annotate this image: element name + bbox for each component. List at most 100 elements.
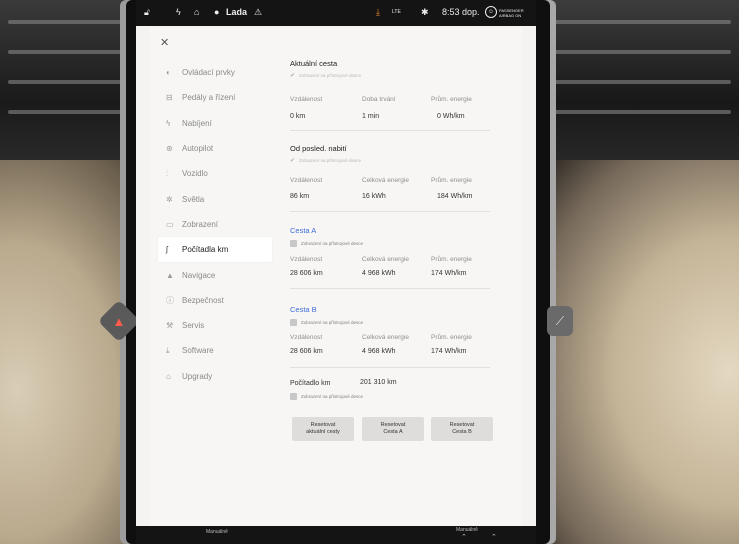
sidebar-item-9[interactable]: ▲ Navigace	[158, 262, 272, 287]
driver-name[interactable]: Lada	[226, 7, 247, 17]
button-line-2: Cesta B	[452, 429, 472, 435]
trip-a-avg: 174 Wh/km	[431, 270, 467, 277]
lte-signal: LTE	[392, 9, 401, 15]
sidebar-item-10[interactable]: ⓘ Bezpečnost	[158, 288, 272, 313]
glovebox-button[interactable]: ⟋	[547, 306, 573, 336]
since-charge-energy: 16 kWh	[362, 193, 386, 200]
reset-trip-b-button[interactable]: Resetovat Cesta B	[431, 417, 493, 441]
current-trip-energy: 0 Wh/km	[437, 113, 465, 120]
sidebar-item-3[interactable]: ϟ Nabíjení	[158, 111, 272, 136]
sidebar-item-13[interactable]: ⌂ Upgrady	[158, 364, 272, 389]
trip-b-distance-label: Vzdálenost	[290, 334, 323, 341]
divider	[290, 288, 490, 289]
current-trip-display-checkbox[interactable]: ✔ Zobrazení na přístrojové desce	[290, 72, 522, 79]
trip-b-avg-label: Prům. energie	[431, 334, 472, 341]
current-trip-section: Aktuální cesta ✔ Zobrazení na přístrojov…	[290, 59, 522, 120]
reset-current-trip-button[interactable]: Resetovat aktuální cesty	[292, 417, 354, 441]
car-icon: ⊟	[166, 93, 173, 103]
trip-b-avg: 174 Wh/km	[431, 348, 467, 355]
trip-a-title: Cesta A	[290, 226, 317, 235]
right-climate-label[interactable]: Manuálně	[456, 527, 478, 533]
current-trip-distance-label: Vzdálenost	[290, 96, 323, 103]
sidebar-item-label: Vozidlo	[182, 169, 208, 179]
light-icon: ✲	[166, 194, 173, 204]
trip-b-section: Cesta B Zobrazení na přístrojové desce V…	[290, 305, 522, 355]
since-charge-avg: 184 Wh/km	[437, 193, 473, 200]
touchscreen: 🔓︎ ϟ ⌂ ● Lada ⚠ ⤓ LTE ✱ 8:53 dop. ☺ PASS…	[136, 0, 536, 544]
odometer-label: Počítadlo km	[290, 380, 331, 387]
lock-icon[interactable]: 🔓︎	[144, 7, 150, 18]
check-icon: ✔	[290, 158, 296, 164]
trip-a-distance: 28 606 km	[290, 270, 323, 277]
sidebar-item-label: Autopilot	[182, 144, 214, 154]
steering-wheel-icon: ⊛	[166, 144, 173, 154]
sidebar-item-7[interactable]: ▭ Zobrazení	[158, 212, 272, 237]
check-icon: ✔	[290, 73, 296, 79]
status-bar: 🔓︎ ϟ ⌂ ● Lada ⚠ ⤓ LTE ✱ 8:53 dop. ☺ PASS…	[136, 0, 536, 26]
home-icon[interactable]: ⌂	[194, 7, 199, 17]
wrench-icon: ⚒	[166, 321, 174, 331]
right-leather-trim	[549, 160, 739, 544]
airbag-status: PASSENGER AIRBAG ON	[499, 8, 524, 18]
chevron-up-icon[interactable]: ⌃	[491, 533, 497, 541]
trip-a-display-checkbox[interactable]: Zobrazení na přístrojové desce	[290, 240, 522, 247]
since-charge-distance-label: Vzdálenost	[290, 177, 323, 184]
sidebar-item-label: Software	[182, 346, 214, 356]
trip-a-energy-label: Celková energie	[362, 256, 409, 263]
since-charge-display-checkbox[interactable]: ✔ Zobrazení na přístrojové desce	[290, 157, 522, 164]
current-trip-energy-label: Prům. energie	[431, 96, 472, 103]
trip-a-energy: 4 968 kWh	[362, 270, 396, 277]
bluetooth-icon[interactable]: ✱	[421, 7, 429, 18]
close-icon[interactable]: ✕	[160, 36, 169, 49]
chevron-up-icon[interactable]: ⌃	[461, 533, 467, 541]
checkbox-label: Zobrazení na přístrojové desce	[299, 73, 362, 78]
glovebox-icon: ⟋	[555, 313, 565, 328]
sliders-icon: ⫶	[166, 168, 168, 178]
divider	[290, 211, 490, 212]
sidebar-item-2[interactable]: ⊟ Pedály a řízení	[158, 85, 272, 110]
checkbox-label: Zobrazení na přístrojové desce	[301, 241, 364, 246]
sidebar-item-6[interactable]: ✲ Světla	[158, 186, 272, 211]
current-trip-duration-label: Doba trvání	[362, 96, 396, 103]
trip-icon: ʃ	[166, 245, 168, 255]
trip-b-energy: 4 968 kWh	[362, 348, 396, 355]
checkbox-label: Zobrazení na přístrojové desce	[301, 320, 364, 325]
sidebar-item-8[interactable]: ʃ Počítadla km	[158, 237, 272, 263]
toggle-icon: ◐	[166, 68, 171, 78]
sidebar-item-label: Světla	[182, 194, 205, 204]
sidebar-item-label: Bezpečnost	[182, 295, 224, 305]
navigation-icon: ▲	[166, 270, 174, 280]
checkbox-box	[290, 319, 297, 326]
button-line-1: Resetovat	[449, 422, 475, 428]
bottom-bar: Manuálně Manuálně ⌃ ⌃	[136, 526, 536, 544]
sidebar-item-12[interactable]: ⤓ Software	[158, 338, 272, 363]
airbag-icon: ☺	[485, 6, 497, 18]
left-climate-label[interactable]: Manuálně	[206, 529, 228, 535]
odometer-display-checkbox[interactable]: Zobrazení na přístrojové desce	[290, 393, 363, 400]
reset-trip-a-button[interactable]: Resetovat Cesta A	[362, 417, 424, 441]
trip-b-title: Cesta B	[290, 305, 317, 314]
airbag-line-2: AIRBAG ON	[499, 13, 522, 18]
update-download-icon[interactable]: ⤓	[376, 7, 380, 18]
display-icon: ▭	[166, 219, 174, 229]
button-line-1: Resetovat	[310, 422, 336, 428]
sidebar-item-label: Počítadla km	[182, 245, 229, 255]
settings-nav: ◐ Ovládací prvky ⊟ Pedály a řízení ϟ Nabíjení…	[158, 60, 272, 389]
odometer-value: 201 310 km	[360, 379, 397, 386]
sidebar-item-label: Ovládací prvky	[182, 68, 235, 78]
sidebar-item-4[interactable]: ⊛ Autopilot	[158, 136, 272, 161]
checkbox-label: Zobrazení na přístrojové desce	[301, 394, 364, 399]
checkbox-label: Zobrazení na přístrojové desce	[299, 158, 362, 163]
right-air-vent	[534, 0, 739, 170]
sidebar-item-5[interactable]: ⫶ Vozidlo	[158, 161, 272, 186]
divider	[290, 130, 490, 131]
driver-profile-icon[interactable]: ●	[214, 7, 219, 17]
sidebar-item-label: Pedály a řízení	[182, 93, 236, 103]
trip-b-display-checkbox[interactable]: Zobrazení na přístrojové desce	[290, 319, 522, 326]
sidebar-item-11[interactable]: ⚒ Servis	[158, 313, 272, 338]
bolt-icon: ϟ	[166, 118, 171, 128]
divider	[290, 367, 490, 368]
sidebar-item-label: Navigace	[182, 270, 216, 280]
checkbox-box	[290, 393, 297, 400]
sidebar-item-1[interactable]: ◐ Ovládací prvky	[158, 60, 272, 85]
